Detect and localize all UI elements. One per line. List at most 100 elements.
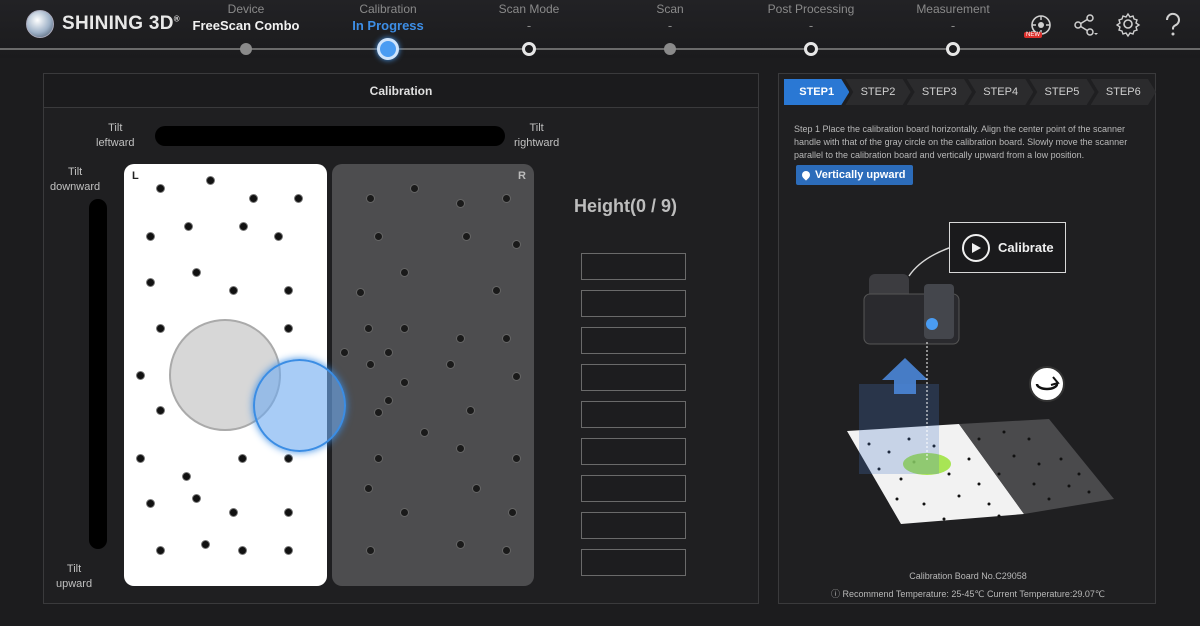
marker-dot	[456, 444, 465, 453]
marker-dot	[400, 324, 409, 333]
calibration-illustration	[847, 235, 1114, 524]
marker-dot	[366, 194, 375, 203]
marker-dot	[182, 472, 191, 481]
marker-dot	[512, 372, 521, 381]
stage-calibration[interactable]: Calibration In Progress	[318, 2, 458, 33]
top-bar: SHINING 3D® Device FreeScan Combo Calibr…	[0, 0, 1200, 60]
horizontal-tilt-bar	[155, 126, 505, 146]
marker-dot	[356, 288, 365, 297]
new-badge: NEW	[1024, 32, 1042, 38]
marker-dot	[249, 194, 258, 203]
stage-value: -	[526, 18, 532, 33]
stage-value: -	[667, 18, 673, 33]
marker-dot	[366, 360, 375, 369]
stage-name: Scan Mode	[498, 2, 560, 16]
brand-logo: SHINING 3D®	[26, 10, 180, 38]
stage-node-measurement[interactable]	[946, 42, 960, 56]
location-pin-icon	[800, 169, 812, 181]
height-slot-9	[581, 549, 686, 576]
marker-dot	[284, 286, 293, 295]
marker-dot	[374, 454, 383, 463]
marker-dot	[229, 508, 238, 517]
panel-title: Calibration	[44, 74, 758, 108]
tab-step5[interactable]: STEP5	[1029, 79, 1094, 105]
vertical-tilt-bar	[89, 199, 107, 549]
calibration-board-number: Calibration Board No.C29058	[909, 571, 1027, 581]
toolbar-icons: NEW	[1024, 10, 1188, 40]
calibration-panel: Calibration Tilt leftward Tilt rightward…	[43, 73, 759, 604]
illustration-scan-volume	[859, 384, 939, 474]
stage-value: FreeScan Combo	[192, 18, 300, 33]
stage-scan-mode[interactable]: Scan Mode -	[459, 2, 599, 33]
marker-dot	[400, 268, 409, 277]
marker-dot	[239, 222, 248, 231]
marker-dot	[466, 406, 475, 415]
stage-node-scan[interactable]	[664, 43, 676, 55]
marker-dot	[340, 348, 349, 357]
marker-dot	[446, 360, 455, 369]
stage-device[interactable]: Device FreeScan Combo	[176, 2, 316, 33]
tab-step2[interactable]: STEP2	[845, 79, 910, 105]
stage-post-processing[interactable]: Post Processing -	[741, 2, 881, 33]
marker-dot	[136, 454, 145, 463]
height-slot-6	[581, 438, 686, 465]
height-slot-1	[581, 253, 686, 280]
marker-dot	[229, 286, 238, 295]
height-slot-7	[581, 475, 686, 502]
marker-dot	[502, 334, 511, 343]
stage-scan[interactable]: Scan -	[600, 2, 740, 33]
stage-node-scan-mode[interactable]	[522, 42, 536, 56]
temperature-text: Recommend Temperature: 25-45℃ Current Te…	[842, 589, 1106, 599]
height-slot-2	[581, 290, 686, 317]
temperature-info: ⓘ Recommend Temperature: 25-45℃ Current …	[779, 587, 1157, 600]
step-instruction: Step 1 Place the calibration board horiz…	[794, 124, 1128, 160]
marker-dot	[512, 240, 521, 249]
marker-dot	[472, 484, 481, 493]
marker-dot	[156, 406, 165, 415]
marker-dot	[508, 508, 517, 517]
height-slot-8	[581, 512, 686, 539]
tilt-downward-label: Tilt downward	[50, 166, 101, 193]
marker-dot	[410, 184, 419, 193]
marker-dot	[384, 348, 393, 357]
share-icon[interactable]	[1070, 10, 1100, 40]
settings-icon[interactable]	[1114, 10, 1144, 40]
stage-name: Device	[227, 2, 265, 16]
tilt-leftward-label: Tilt leftward	[96, 122, 135, 149]
rotate-icon	[1029, 366, 1065, 402]
marker-dot	[146, 278, 155, 287]
marker-dot	[374, 232, 383, 241]
tab-step3[interactable]: STEP3	[907, 79, 972, 105]
calibration-board-right: R	[332, 164, 534, 586]
marker-dot	[184, 222, 193, 231]
marker-dot	[238, 546, 247, 555]
stage-name: Post Processing	[767, 2, 855, 16]
stage-value: -	[950, 18, 956, 33]
marker-dot	[136, 371, 145, 380]
stage-node-post-processing[interactable]	[804, 42, 818, 56]
marker-dot	[364, 324, 373, 333]
stage-measurement[interactable]: Measurement -	[883, 2, 1023, 33]
tilt-upward-label: Tilt upward	[56, 563, 93, 590]
stage-node-calibration[interactable]	[377, 38, 399, 60]
marker-dot	[400, 378, 409, 387]
marker-dot	[456, 334, 465, 343]
calibrate-button[interactable]: Calibrate	[949, 222, 1066, 273]
stage-name: Calibration	[359, 2, 417, 16]
marker-dot	[420, 428, 429, 437]
marker-dot	[456, 199, 465, 208]
marker-dot	[294, 194, 303, 203]
marker-dot	[238, 454, 247, 463]
tab-step6[interactable]: STEP6	[1091, 79, 1156, 105]
board-right-tag: R	[518, 170, 526, 182]
marker-dot	[284, 324, 293, 333]
marker-dot	[284, 546, 293, 555]
tab-step1[interactable]: STEP1	[784, 79, 849, 105]
marker-dot	[400, 508, 409, 517]
marker-dot	[364, 484, 373, 493]
tab-step4[interactable]: STEP4	[968, 79, 1033, 105]
stage-node-device[interactable]	[240, 43, 252, 55]
workflow-track	[0, 48, 1200, 50]
device-new-icon[interactable]: NEW	[1024, 10, 1056, 40]
help-icon[interactable]	[1158, 10, 1188, 40]
